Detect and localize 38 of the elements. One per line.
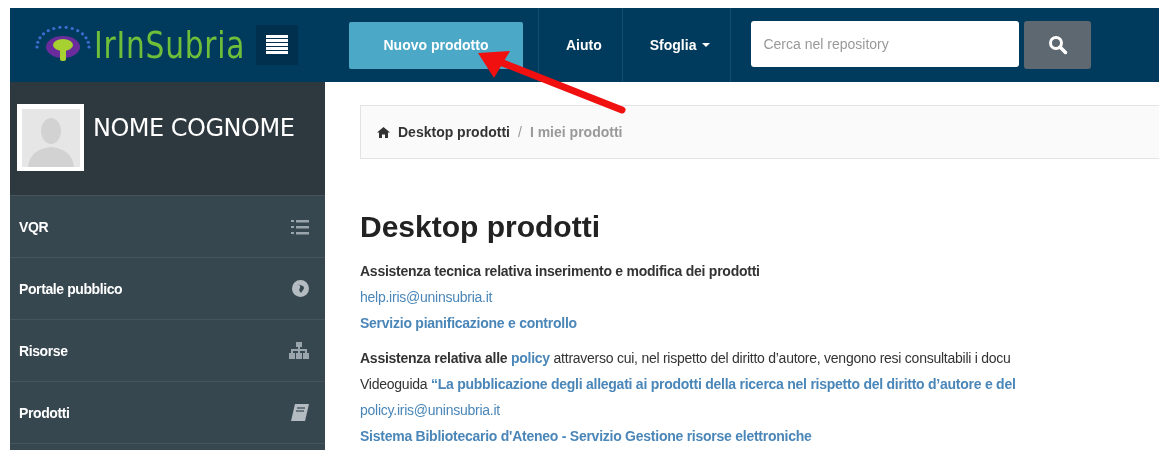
sidebar-item[interactable]: VQR [10,196,325,258]
sidebar-label: Portale pubblico [19,280,123,297]
menu-icon [265,35,288,55]
breadcrumb-item[interactable]: Desktop prodotti [398,124,510,140]
list-icon [291,218,309,235]
book-icon [291,404,309,421]
sidebar-item[interactable]: Portale pubblico [10,258,325,320]
body-text: Videoguida [360,376,429,392]
menu-button[interactable] [255,25,298,65]
search-button[interactable] [1024,21,1092,69]
user-name: NOME COGNOME [93,114,295,142]
email-link[interactable]: help.iris@uninsubria.it [360,289,493,305]
breadcrumb-item: I miei prodotti [529,124,623,140]
globe-icon [292,280,309,297]
home-icon [377,126,390,138]
nav-link[interactable]: Aiuto [539,8,623,82]
body-text: attraverso cui, nel rispetto del diritto d’autore, vengono resi consultabili i docu [552,350,1011,366]
logo-text: IrInSubria [94,23,246,67]
sidebar-item[interactable]: Prodotti [10,382,325,444]
breadcrumb-separator: / [518,124,522,140]
sidebar-label: VQR [19,218,49,235]
avatar-placeholder [17,104,84,171]
sitemap-icon [289,342,309,359]
sidebar-label: Prodotti [19,404,70,421]
text-link[interactable]: “La pubblicazione degli allegati ai prodotti della ricerca nel rispetto del diritto d’autore e del [430,376,1016,392]
sidebar-item[interactable]: Risorse [10,320,325,382]
search-field[interactable]: Cerca nel repository [751,21,1020,67]
caret-icon [702,43,711,47]
bold-text: Assistenza tecnica relativa inserimento e modifica dei prodotti [360,263,760,279]
nav-link[interactable]: Sfoglia [622,8,732,82]
text-link[interactable]: Sistema Bibliotecario d'Ateneo - Servizio Gestione risorse elettroniche [360,428,812,444]
text-link[interactable]: Servizio pianificazione e controllo [360,315,577,331]
email-link[interactable]: policy.iris@uninsubria.it [360,402,500,418]
text-link[interactable]: policy [510,350,550,366]
sidebar-label: Risorse [19,342,68,359]
search-icon [1047,35,1068,55]
page-title: Desktop prodotti [360,210,601,244]
bold-text: Assistenza relativa alle [360,350,509,366]
